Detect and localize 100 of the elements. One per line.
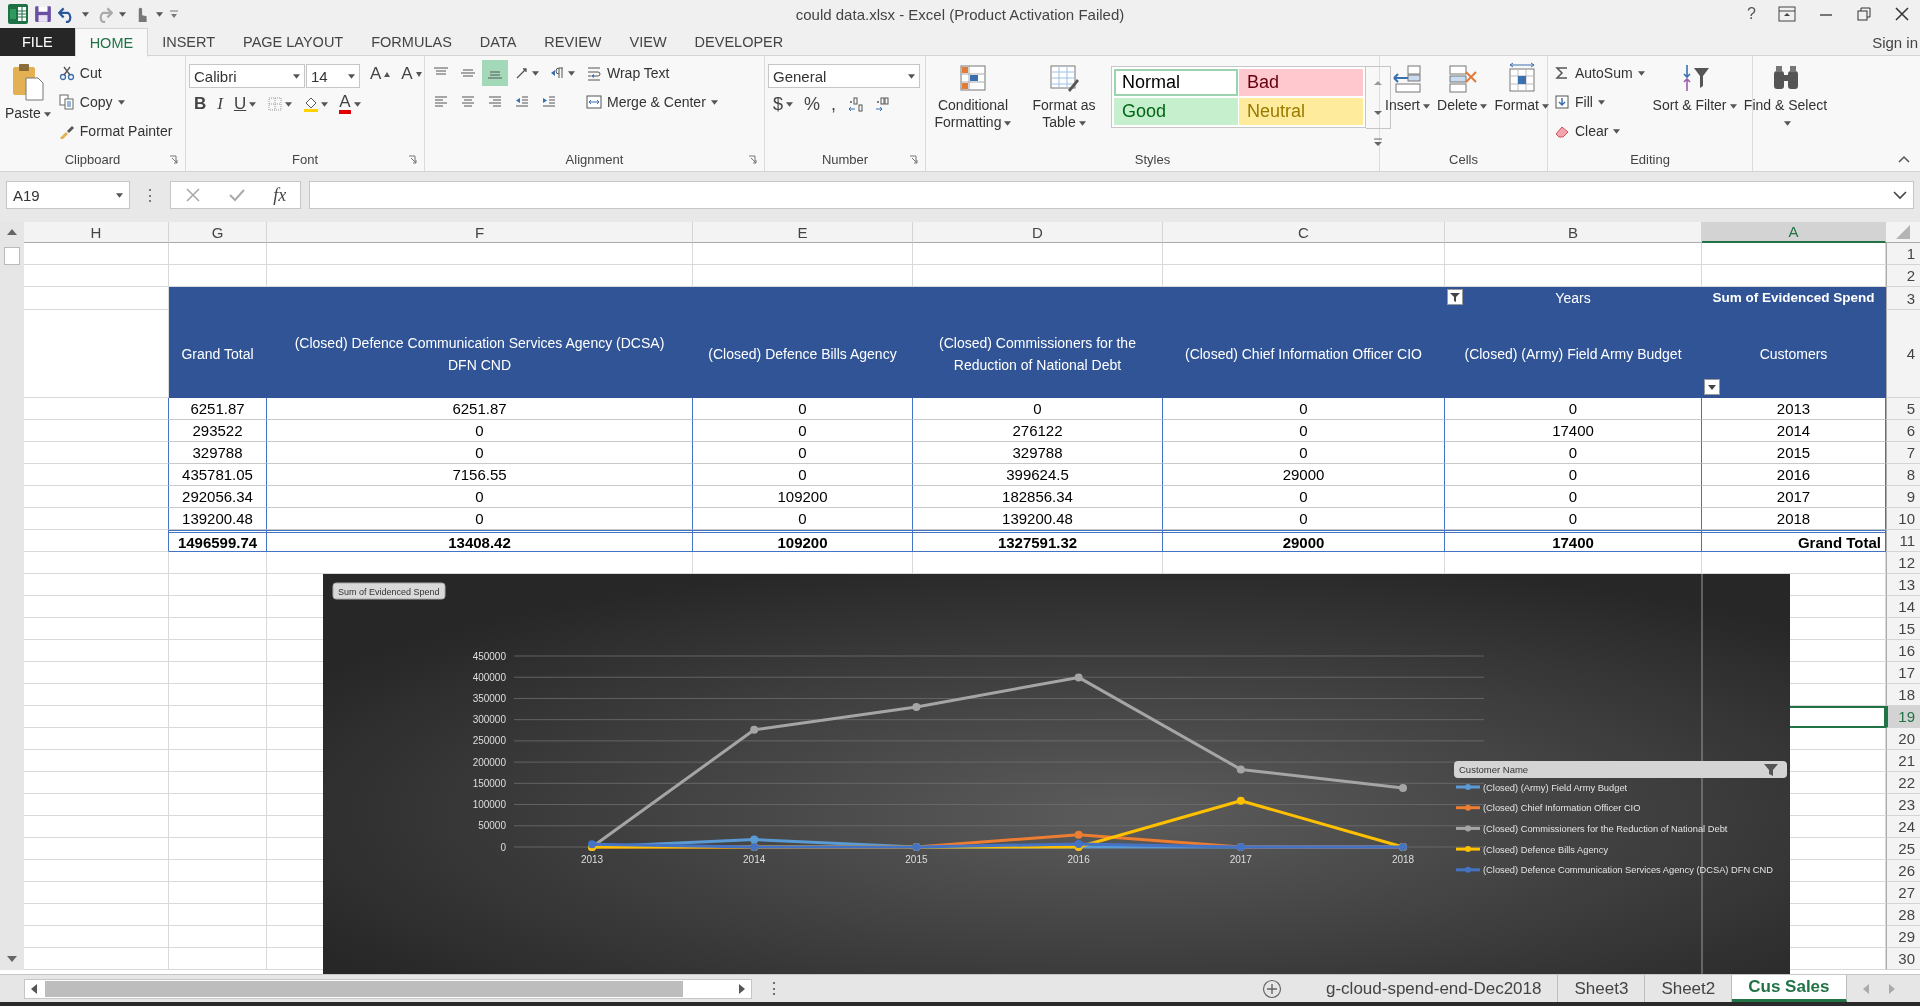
italic-button[interactable]: I	[212, 91, 228, 117]
check-icon[interactable]	[228, 187, 246, 203]
number-format-field[interactable]: General	[768, 64, 920, 88]
row-header[interactable]: 23	[1886, 794, 1920, 816]
row-header[interactable]: 27	[1886, 882, 1920, 904]
field-button[interactable]: Sum of Evidenced Spend	[332, 582, 446, 600]
ribbon-button[interactable]: Format	[1492, 60, 1551, 116]
row-header[interactable]: 21	[1886, 750, 1920, 772]
row-header[interactable]: 2	[1886, 265, 1920, 287]
ribbon-tab[interactable]: VIEW	[615, 28, 681, 56]
ribbon-button[interactable]: Wrap Text	[583, 60, 673, 86]
ribbon-options-icon[interactable]	[1778, 6, 1796, 22]
dialog-launcher-icon[interactable]	[909, 154, 918, 164]
expand-icon[interactable]	[1893, 190, 1907, 200]
ribbon-tab[interactable]: HOME	[74, 28, 149, 57]
shrink-font-button[interactable]: A	[396, 61, 427, 87]
font-name-field[interactable]: Calibri	[189, 64, 305, 88]
cell-style[interactable]: Bad	[1239, 69, 1363, 96]
ribbon-tab[interactable]: REVIEW	[530, 28, 616, 56]
ribbon-button[interactable]: AutoSum	[1551, 60, 1648, 86]
column-header[interactable]: G	[169, 222, 267, 243]
scroll-left-icon[interactable]	[29, 982, 39, 995]
split-handle[interactable]: ⋮	[130, 185, 170, 205]
cell-style[interactable]: Normal	[1114, 69, 1238, 96]
ribbon-button[interactable]: Sort & Filter	[1650, 60, 1739, 116]
add-sheet-icon[interactable]	[1262, 978, 1282, 999]
row-header[interactable]: 18	[1886, 684, 1920, 706]
row-header[interactable]: 17	[1886, 662, 1920, 684]
dialog-launcher-icon[interactable]	[408, 154, 417, 164]
ribbon-button[interactable]: Conditional Formatting	[929, 60, 1017, 133]
sign-in-link[interactable]: Sign in	[1872, 28, 1920, 55]
spreadsheet-logo-icon[interactable]	[8, 4, 28, 24]
column-header[interactable]: A	[1702, 222, 1886, 243]
close-icon[interactable]	[1894, 6, 1910, 22]
help-button[interactable]: ?	[1747, 5, 1756, 23]
ribbon-button[interactable]: Insert	[1383, 60, 1432, 116]
ribbon-tab[interactable]: DEVELOPER	[680, 28, 798, 56]
file-menu-button[interactable]: FILE	[0, 28, 75, 56]
number-format-button[interactable]: $	[768, 91, 798, 117]
bold-button[interactable]: B	[189, 91, 212, 117]
row-header[interactable]: 22	[1886, 772, 1920, 794]
align-bottom-button[interactable]	[482, 60, 508, 86]
column-header[interactable]: H	[24, 222, 169, 243]
insert-function-button[interactable]: fx	[273, 184, 287, 206]
row-header[interactable]: 8	[1886, 464, 1920, 486]
row-header[interactable]: 6	[1886, 420, 1920, 442]
row-header[interactable]: 7	[1886, 442, 1920, 464]
row-header[interactable]: 11	[1886, 530, 1920, 552]
ribbon-button[interactable]: Delete	[1435, 60, 1490, 116]
row-header[interactable]: 14	[1886, 596, 1920, 618]
row-header[interactable]: 12	[1886, 552, 1920, 574]
restore-icon[interactable]	[1856, 6, 1872, 22]
row-header[interactable]: 28	[1886, 904, 1920, 926]
row-header[interactable]: 15	[1886, 618, 1920, 640]
name-box[interactable]: A19	[6, 181, 130, 209]
column-header[interactable]: C	[1163, 222, 1445, 243]
dialog-launcher-icon[interactable]	[748, 154, 757, 164]
row-header[interactable]: 4	[1886, 310, 1920, 398]
row-header[interactable]: 19	[1886, 706, 1920, 728]
row-header[interactable]: 5	[1886, 398, 1920, 420]
font-size-field[interactable]: 14	[306, 64, 360, 88]
ribbon-tab[interactable]: FORMULAS	[357, 28, 466, 56]
row-header[interactable]: 26	[1886, 860, 1920, 882]
collapse-ribbon-icon[interactable]	[1898, 155, 1910, 163]
scroll-thumb[interactable]	[4, 247, 20, 265]
row-header[interactable]: 13	[1886, 574, 1920, 596]
number-format-button[interactable]: ,	[826, 91, 842, 117]
ribbon-button[interactable]: Format Painter	[55, 118, 176, 144]
column-header[interactable]: B	[1445, 222, 1702, 243]
row-header[interactable]: 9	[1886, 486, 1920, 508]
scroll-right-icon[interactable]	[737, 982, 747, 995]
scroll-down-icon[interactable]	[6, 954, 18, 964]
number-format-button[interactable]: %	[799, 91, 826, 117]
ribbon-button[interactable]: Copy	[55, 89, 128, 115]
ribbon-button[interactable]: Cut	[55, 60, 105, 86]
scroll-up-icon[interactable]	[6, 227, 18, 237]
horizontal-scrollbar[interactable]	[24, 978, 752, 999]
cell-style[interactable]: Good	[1114, 98, 1238, 125]
row-header[interactable]: 3	[1886, 287, 1920, 310]
cancel-icon[interactable]	[184, 187, 201, 203]
grow-font-button[interactable]: A	[365, 61, 396, 87]
save-icon[interactable]	[34, 5, 52, 23]
column-header[interactable]: D	[913, 222, 1163, 243]
column-header[interactable]: E	[693, 222, 913, 243]
ribbon-button[interactable]: Paste	[3, 60, 53, 124]
font-color-button[interactable]: A	[334, 91, 366, 117]
customize-icon[interactable]	[169, 9, 179, 19]
row-header[interactable]: 16	[1886, 640, 1920, 662]
cell-style[interactable]: Neutral	[1239, 98, 1363, 125]
row-header[interactable]: 29	[1886, 926, 1920, 948]
row-header[interactable]: 30	[1886, 948, 1920, 970]
underline-button[interactable]: U	[228, 91, 262, 117]
sheet-tab[interactable]: Cus Sales	[1732, 975, 1847, 1002]
dropdown-icon[interactable]	[1704, 379, 1720, 395]
ribbon-button[interactable]: Format as Table	[1020, 60, 1108, 133]
column-header[interactable]: F	[267, 222, 693, 243]
legend-header[interactable]: Customer Name	[1454, 761, 1787, 778]
dialog-launcher-icon[interactable]	[169, 154, 178, 164]
ribbon-tab[interactable]: INSERT	[148, 28, 230, 56]
ribbon-button[interactable]: Clear	[1551, 118, 1624, 144]
